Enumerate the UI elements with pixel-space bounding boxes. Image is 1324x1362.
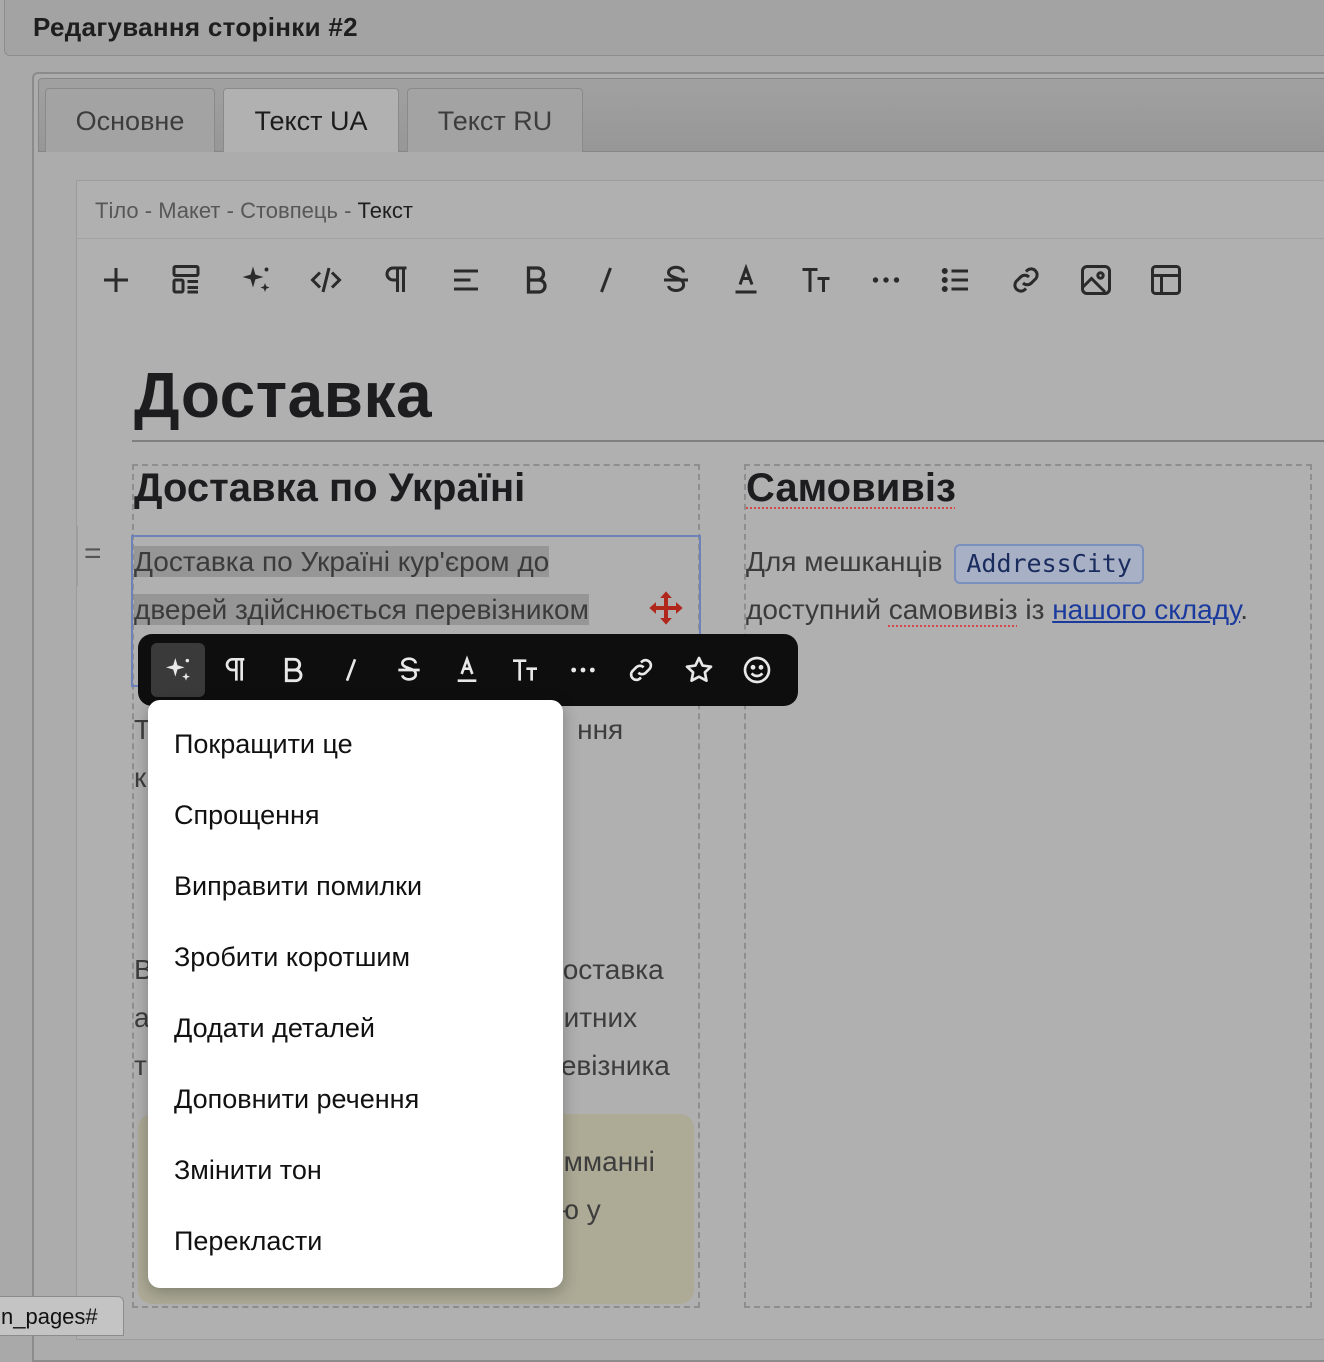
menu-item-fix-errors[interactable]: Виправити помилки xyxy=(174,851,554,922)
text-fragment: самовивіз xyxy=(888,594,1018,625)
image-icon[interactable] xyxy=(1072,256,1120,304)
italic-icon[interactable] xyxy=(324,643,378,697)
list-icon[interactable] xyxy=(932,256,980,304)
align-icon[interactable] xyxy=(442,256,490,304)
text-fragment: . xyxy=(1240,594,1249,625)
text-fragment: ю у xyxy=(558,1194,601,1225)
menu-item-add-details[interactable]: Додати деталей xyxy=(174,993,554,1064)
menu-item-complete-sentence[interactable]: Доповнити речення xyxy=(174,1064,554,1135)
breadcrumb-separator: - xyxy=(226,198,234,223)
star-icon[interactable] xyxy=(672,643,726,697)
link-icon[interactable] xyxy=(1002,256,1050,304)
italic-icon[interactable] xyxy=(582,256,630,304)
variable-chip[interactable]: AddressCity xyxy=(954,543,1144,584)
text-fragment: оставка xyxy=(562,954,664,985)
text-fragment: к xyxy=(134,762,147,793)
text-fragment: доступний xyxy=(746,594,881,625)
block-guide-line xyxy=(76,526,78,586)
strikethrough-icon[interactable] xyxy=(382,643,436,697)
breadcrumb-separator: - xyxy=(344,198,352,223)
code-icon[interactable] xyxy=(302,256,350,304)
text-fragment: итних xyxy=(563,1002,638,1033)
window-title: Редагування сторінки #2 xyxy=(33,12,358,42)
layout-icon[interactable] xyxy=(162,256,210,304)
text-fragment: имманні xyxy=(548,1146,655,1177)
paragraph-icon[interactable] xyxy=(372,256,420,304)
bold-icon[interactable] xyxy=(512,256,560,304)
selected-text-line: Доставка по Україні кур'єром до xyxy=(134,546,550,577)
text-fragment: т xyxy=(134,1050,147,1081)
breadcrumb-item[interactable]: Стовпець xyxy=(240,198,338,223)
window-title-bar: Редагування сторінки #2 xyxy=(4,0,1324,56)
drag-handle-icon[interactable]: = xyxy=(84,539,112,569)
warehouse-link[interactable]: нашого складу xyxy=(1052,594,1240,625)
pickup-paragraph[interactable]: Для мешканців AddressCity доступний само… xyxy=(746,538,1316,634)
heading-divider xyxy=(132,440,1324,442)
text-size-icon[interactable] xyxy=(792,256,840,304)
section-heading-pickup-text: Самовивіз xyxy=(746,466,956,510)
bold-icon[interactable] xyxy=(266,643,320,697)
menu-item-simplify[interactable]: Спрощення xyxy=(174,780,554,851)
selected-paragraph[interactable]: Доставка по Україні кур'єром до дверей з… xyxy=(134,538,704,634)
link-icon[interactable] xyxy=(614,643,668,697)
strikethrough-icon[interactable] xyxy=(652,256,700,304)
text-size-icon[interactable] xyxy=(498,643,552,697)
move-icon[interactable] xyxy=(646,588,686,628)
menu-item-improve[interactable]: Покращити це xyxy=(174,709,554,780)
emoji-icon[interactable] xyxy=(730,643,784,697)
selected-text-line: дверей здійснюється перевізником xyxy=(134,594,589,625)
section-heading-pickup[interactable]: Самовивіз xyxy=(746,466,956,511)
font-color-icon[interactable] xyxy=(440,643,494,697)
status-url-tooltip: n_pages# xyxy=(0,1296,124,1336)
text-fragment: Для мешканців xyxy=(746,546,943,577)
font-color-icon[interactable] xyxy=(722,256,770,304)
plus-icon[interactable] xyxy=(92,256,140,304)
sparkles-icon[interactable] xyxy=(151,643,205,697)
breadcrumb-separator: - xyxy=(144,198,153,223)
text-fragment: евізника xyxy=(560,1050,670,1081)
sparkles-icon[interactable] xyxy=(232,256,280,304)
breadcrumb-item[interactable]: Тіло xyxy=(95,198,139,223)
more-icon[interactable] xyxy=(862,256,910,304)
breadcrumb-item[interactable]: Макет xyxy=(158,198,220,223)
paragraph-icon[interactable] xyxy=(208,643,262,697)
tab-text-ua[interactable]: Текст UA xyxy=(223,88,399,152)
menu-item-change-tone[interactable]: Змінити тон xyxy=(174,1135,554,1206)
section-heading-ukraine[interactable]: Доставка по Україні xyxy=(134,466,525,511)
tab-main[interactable]: Основне xyxy=(45,88,215,152)
table-icon[interactable] xyxy=(1142,256,1190,304)
menu-item-shorten[interactable]: Зробити коротшим xyxy=(174,922,554,993)
menu-item-translate[interactable]: Перекласти xyxy=(174,1206,554,1277)
breadcrumb-current: Текст xyxy=(357,198,413,223)
text-fragment: із xyxy=(1025,594,1045,625)
more-icon[interactable] xyxy=(556,643,610,697)
breadcrumb: Тіло - Макет - Стовпець - Текст xyxy=(77,181,1324,239)
tab-text-ru[interactable]: Текст RU xyxy=(407,88,583,152)
text-fragment: ння xyxy=(577,714,624,745)
page-heading[interactable]: Доставка xyxy=(134,358,432,432)
